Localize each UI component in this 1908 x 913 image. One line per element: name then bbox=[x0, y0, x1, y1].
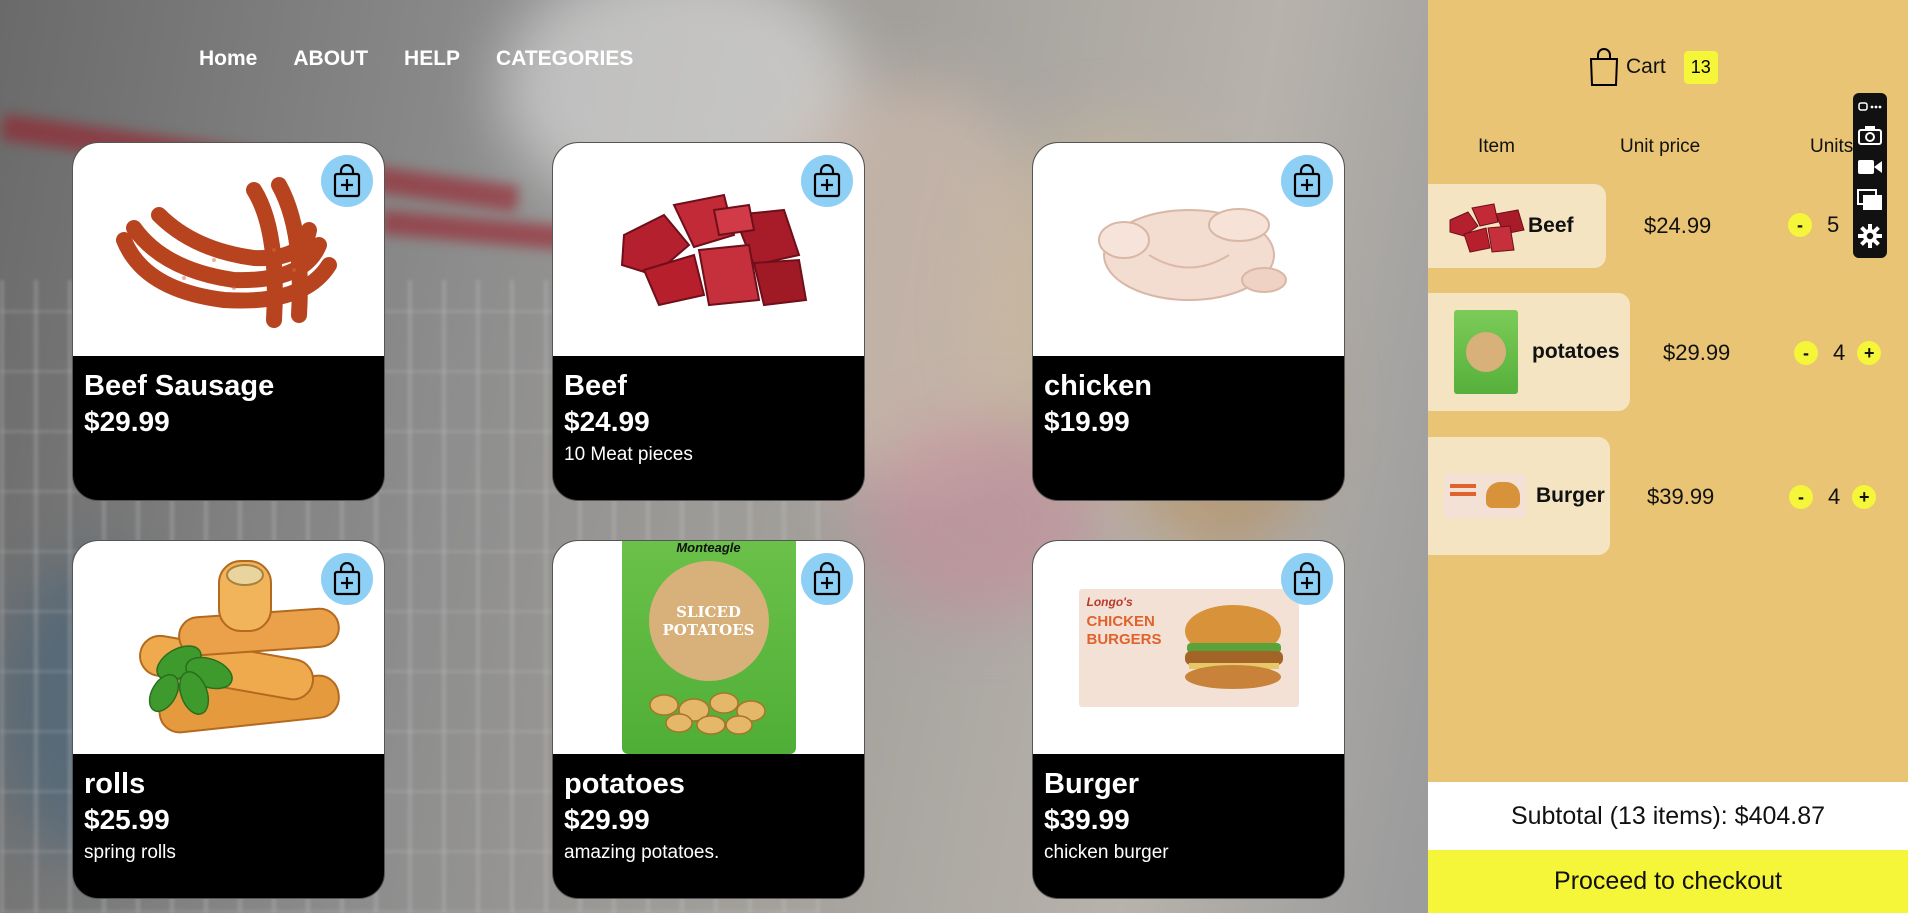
cart-item-chip: Beef bbox=[1428, 184, 1606, 268]
product-price: $25.99 bbox=[84, 804, 170, 835]
cart-item-qty: 5 bbox=[1827, 212, 1840, 237]
bag-plus-icon bbox=[333, 562, 361, 596]
product-name: Burger bbox=[1044, 768, 1140, 800]
column-units: Units bbox=[1810, 136, 1854, 157]
quantity-stepper: - 4 + bbox=[1794, 340, 1882, 366]
product-name: Beef Sausage bbox=[84, 370, 275, 402]
cart-item-unit-price: $24.99 bbox=[1644, 213, 1712, 238]
add-to-cart-button[interactable] bbox=[321, 553, 373, 605]
main-nav: Home ABOUT HELP CATEGORIES bbox=[199, 47, 633, 71]
product-card[interactable]: rolls $25.99 spring rolls bbox=[72, 540, 385, 899]
cart-item-chip: potatoes bbox=[1428, 293, 1630, 411]
cart-item-qty: 4 bbox=[1828, 484, 1841, 509]
add-to-cart-button[interactable] bbox=[1281, 553, 1333, 605]
add-to-cart-button[interactable] bbox=[321, 155, 373, 207]
product-card[interactable]: Beef Sausage $29.99 bbox=[72, 142, 385, 501]
product-name: Beef bbox=[564, 370, 627, 402]
product-name: chicken bbox=[1044, 370, 1152, 402]
decrease-qty-button[interactable]: - bbox=[1788, 213, 1812, 237]
bag-plus-icon bbox=[813, 164, 841, 198]
increase-qty-button[interactable]: + bbox=[1852, 485, 1877, 509]
product-name: potatoes bbox=[564, 768, 685, 800]
cart-item-chip: Burger bbox=[1428, 437, 1610, 555]
product-image-beef bbox=[553, 143, 864, 356]
decrease-qty-button[interactable]: - bbox=[1789, 485, 1813, 509]
cart-item-name: Beef bbox=[1528, 214, 1574, 237]
cart-thumb-potatoes bbox=[1454, 310, 1518, 394]
quantity-stepper: - 5 bbox=[1788, 212, 1851, 238]
product-price: $19.99 bbox=[1044, 406, 1130, 437]
checkout-button[interactable]: Proceed to checkout bbox=[1428, 850, 1908, 913]
product-price: $29.99 bbox=[564, 804, 650, 835]
cart-item-name: Burger bbox=[1536, 484, 1605, 507]
cart-count-badge: 13 bbox=[1683, 50, 1718, 84]
subtotal: Subtotal (13 items): $404.87 bbox=[1428, 782, 1908, 850]
camera-icon[interactable] bbox=[1858, 125, 1882, 150]
windows-icon[interactable] bbox=[1857, 189, 1883, 216]
product-card[interactable]: chicken $19.99 bbox=[1032, 142, 1345, 501]
cart-item-qty: 4 bbox=[1833, 340, 1846, 365]
product-description: chicken burger bbox=[1044, 842, 1169, 863]
quantity-stepper: - 4 + bbox=[1789, 484, 1877, 510]
column-item: Item bbox=[1478, 136, 1515, 157]
add-to-cart-button[interactable] bbox=[801, 553, 853, 605]
bag-plus-icon bbox=[1293, 562, 1321, 596]
cart-item-unit-price: $39.99 bbox=[1647, 484, 1715, 509]
gear-icon[interactable] bbox=[1858, 224, 1882, 253]
nav-about[interactable]: ABOUT bbox=[293, 47, 368, 71]
video-icon[interactable] bbox=[1857, 158, 1883, 181]
product-price: $39.99 bbox=[1044, 804, 1130, 835]
product-image-potatoes: Monteagle SLICED POTATOES bbox=[553, 541, 864, 754]
nav-help[interactable]: HELP bbox=[404, 47, 460, 71]
increase-qty-button[interactable]: + bbox=[1857, 341, 1882, 365]
capture-toolbar bbox=[1853, 93, 1887, 258]
potatoes-package: Monteagle SLICED POTATOES bbox=[621, 541, 796, 754]
cart-header[interactable]: Cart 13 bbox=[1588, 47, 1718, 87]
shopping-bag-icon bbox=[1589, 48, 1619, 86]
product-description: 10 Meat pieces bbox=[564, 444, 693, 465]
cart-item-name: potatoes bbox=[1532, 340, 1620, 363]
bag-plus-icon bbox=[813, 562, 841, 596]
product-card[interactable]: Beef $24.99 10 Meat pieces bbox=[552, 142, 865, 501]
product-description: amazing potatoes. bbox=[564, 842, 720, 863]
product-price: $24.99 bbox=[564, 406, 650, 437]
product-image-chicken bbox=[1033, 143, 1344, 356]
bag-plus-icon bbox=[1293, 164, 1321, 198]
cart-row: Beef bbox=[1428, 184, 1606, 268]
nav-categories[interactable]: CATEGORIES bbox=[496, 47, 633, 71]
product-card[interactable]: Longo's CHICKEN BURGERS Burger $39.99 ch… bbox=[1032, 540, 1345, 899]
toolbar-menu-icon[interactable] bbox=[1858, 99, 1882, 117]
product-description: spring rolls bbox=[84, 842, 176, 863]
product-price: $29.99 bbox=[84, 406, 170, 437]
cart-panel: Cart 13 Item Unit price Units Beef $24.9… bbox=[1428, 0, 1908, 913]
add-to-cart-button[interactable] bbox=[801, 155, 853, 207]
cart-row: Burger bbox=[1428, 437, 1610, 555]
cart-row: potatoes bbox=[1428, 293, 1630, 411]
product-image-burger: Longo's CHICKEN BURGERS bbox=[1033, 541, 1344, 754]
add-to-cart-button[interactable] bbox=[1281, 155, 1333, 207]
column-unit-price: Unit price bbox=[1620, 136, 1701, 157]
cart-item-unit-price: $29.99 bbox=[1663, 340, 1731, 365]
product-card[interactable]: Monteagle SLICED POTATOES potatoes $29.9… bbox=[552, 540, 865, 899]
nav-home[interactable]: Home bbox=[199, 47, 257, 71]
cart-thumb-beef bbox=[1449, 203, 1525, 253]
product-name: rolls bbox=[84, 768, 146, 800]
bag-plus-icon bbox=[333, 164, 361, 198]
product-image-rolls bbox=[73, 541, 384, 754]
product-image-sausage bbox=[73, 143, 384, 356]
cart-thumb-burger bbox=[1444, 474, 1526, 518]
decrease-qty-button[interactable]: - bbox=[1794, 341, 1818, 365]
cart-label: Cart bbox=[1626, 55, 1666, 78]
burger-package: Longo's CHICKEN BURGERS bbox=[1078, 588, 1299, 707]
